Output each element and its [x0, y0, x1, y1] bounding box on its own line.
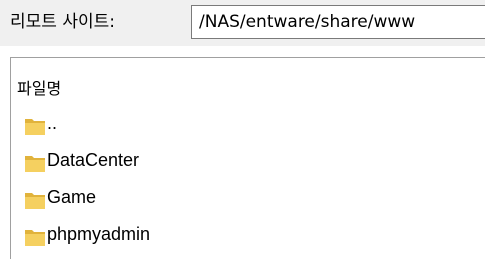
column-header-filename[interactable]: 파일명 [17, 79, 61, 99]
folder-icon [25, 156, 45, 172]
list-item-phpmyadmin[interactable]: phpmyadmin [24, 220, 479, 246]
remote-site-label: 리모트 사이트: [10, 12, 115, 32]
list-item-game[interactable]: Game [24, 183, 479, 209]
folder-icon [25, 119, 45, 135]
remote-site-toolbar: 리모트 사이트: [0, 0, 485, 46]
remote-path-input[interactable] [191, 5, 485, 39]
list-item-parent-dir[interactable]: .. [24, 109, 479, 135]
file-name: .. [47, 113, 58, 133]
folder-icon [25, 193, 45, 209]
file-name: DataCenter [47, 150, 140, 170]
file-name: phpmyadmin [47, 224, 151, 244]
list-item-datacenter[interactable]: DataCenter [24, 146, 479, 172]
remote-site-pane: 리모트 사이트: 파일명 .. DataCenter Game phpmyadm… [0, 0, 485, 259]
folder-icon [25, 230, 45, 246]
file-name: Game [47, 187, 97, 207]
